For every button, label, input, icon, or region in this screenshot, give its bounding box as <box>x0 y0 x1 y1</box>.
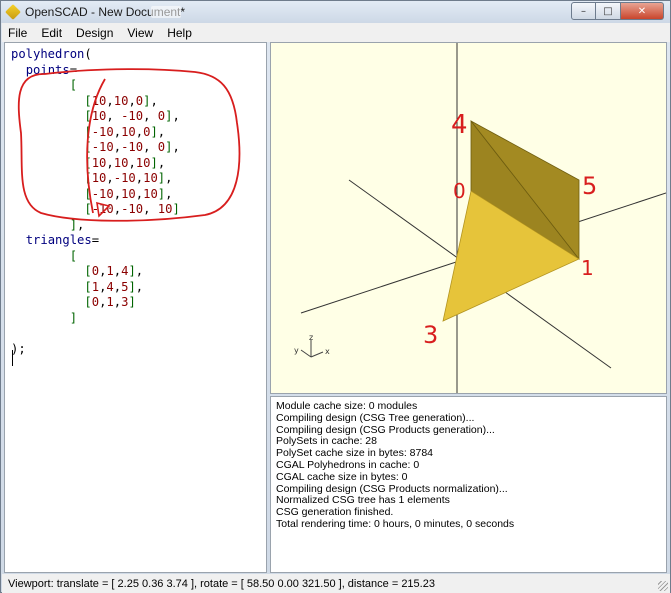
code-line[interactable]: [10,10,0], <box>11 94 180 110</box>
maximize-button[interactable]: □ <box>596 2 621 20</box>
code-line[interactable]: [0,1,3] <box>11 295 180 311</box>
code-line[interactable]: [ <box>11 249 180 265</box>
code-line[interactable]: ); <box>11 342 180 358</box>
code-line[interactable]: ] <box>11 311 180 327</box>
code-line[interactable]: [ <box>11 78 180 94</box>
code-text[interactable]: polyhedron( points= [ [10,10,0], [10, -1… <box>11 47 180 357</box>
text-cursor <box>12 350 13 366</box>
scene-canvas[interactable]: z y x 4 5 0 1 3 <box>271 43 667 394</box>
code-line[interactable]: points= <box>11 63 180 79</box>
close-button[interactable]: ✕ <box>621 2 664 20</box>
close-icon: ✕ <box>637 5 647 17</box>
code-editor[interactable]: polyhedron( points= [ [10,10,0], [10, -1… <box>4 42 267 573</box>
menu-edit[interactable]: Edit <box>41 26 62 40</box>
handwritten-label-5: 5 <box>582 172 597 200</box>
gizmo-x <box>310 351 324 358</box>
code-line[interactable]: [1,4,5], <box>11 280 180 296</box>
code-line[interactable]: [-10,10,10], <box>11 187 180 203</box>
window-controls: – □ ✕ <box>571 2 664 20</box>
viewport-status: Viewport: translate = [ 2.25 0.36 3.74 ]… <box>8 577 435 590</box>
handwritten-label-0: 0 <box>453 179 466 203</box>
code-line[interactable]: [10, -10, 0], <box>11 109 179 125</box>
menu-file[interactable]: File <box>8 26 27 40</box>
title-blur-overlay <box>151 6 181 18</box>
status-bar: Viewport: translate = [ 2.25 0.36 3.74 ]… <box>2 574 670 593</box>
code-line[interactable]: polyhedron( <box>11 47 180 63</box>
console-line: CGAL cache size in bytes: 0 <box>276 470 408 483</box>
code-line[interactable]: [-10,-10, 0], <box>11 140 180 156</box>
console-line: Total rendering time: 0 hours, 0 minutes… <box>276 517 515 530</box>
gizmo-y <box>300 349 312 358</box>
resize-grip-icon[interactable] <box>658 581 668 591</box>
console-line: CGAL Polyhedrons in cache: 0 <box>276 458 420 471</box>
code-line[interactable]: [10,10,10], <box>11 156 180 172</box>
maximize-icon: □ <box>603 5 613 17</box>
console-line: Compiling design (CSG Tree generation)..… <box>276 411 475 424</box>
minimize-icon: – <box>581 5 586 17</box>
console-output[interactable]: Module cache size: 0 modules Compiling de… <box>270 396 667 573</box>
openscad-app-icon <box>5 4 21 20</box>
menu-help[interactable]: Help <box>167 26 192 40</box>
code-line[interactable]: [-10,-10, 10] <box>11 202 180 218</box>
3d-viewport[interactable]: z y x 4 5 0 1 3 <box>270 42 667 394</box>
handwritten-label-4: 4 <box>451 110 468 140</box>
code-line[interactable]: [-10,10,0], <box>11 125 180 141</box>
code-line[interactable] <box>11 326 180 342</box>
menu-design[interactable]: Design <box>76 26 113 40</box>
code-line[interactable]: [10,-10,10], <box>11 171 180 187</box>
gizmo-label-x: x <box>325 347 330 356</box>
openscad-window: OpenSCAD - New Document* – □ ✕ File Edit… <box>0 0 671 593</box>
title-bar[interactable]: OpenSCAD - New Document* – □ ✕ <box>1 1 670 23</box>
menu-view[interactable]: View <box>127 26 153 40</box>
gizmo-label-z: z <box>309 333 313 342</box>
handwritten-label-1: 1 <box>581 256 594 280</box>
minimize-button[interactable]: – <box>571 2 596 20</box>
handwritten-label-3: 3 <box>423 321 438 349</box>
gizmo-label-y: y <box>294 346 299 355</box>
code-line[interactable]: triangles= <box>11 233 180 249</box>
code-line[interactable]: ], <box>11 218 180 234</box>
code-line[interactable]: [0,1,4], <box>11 264 180 280</box>
menu-bar: File Edit Design View Help <box>2 23 670 42</box>
